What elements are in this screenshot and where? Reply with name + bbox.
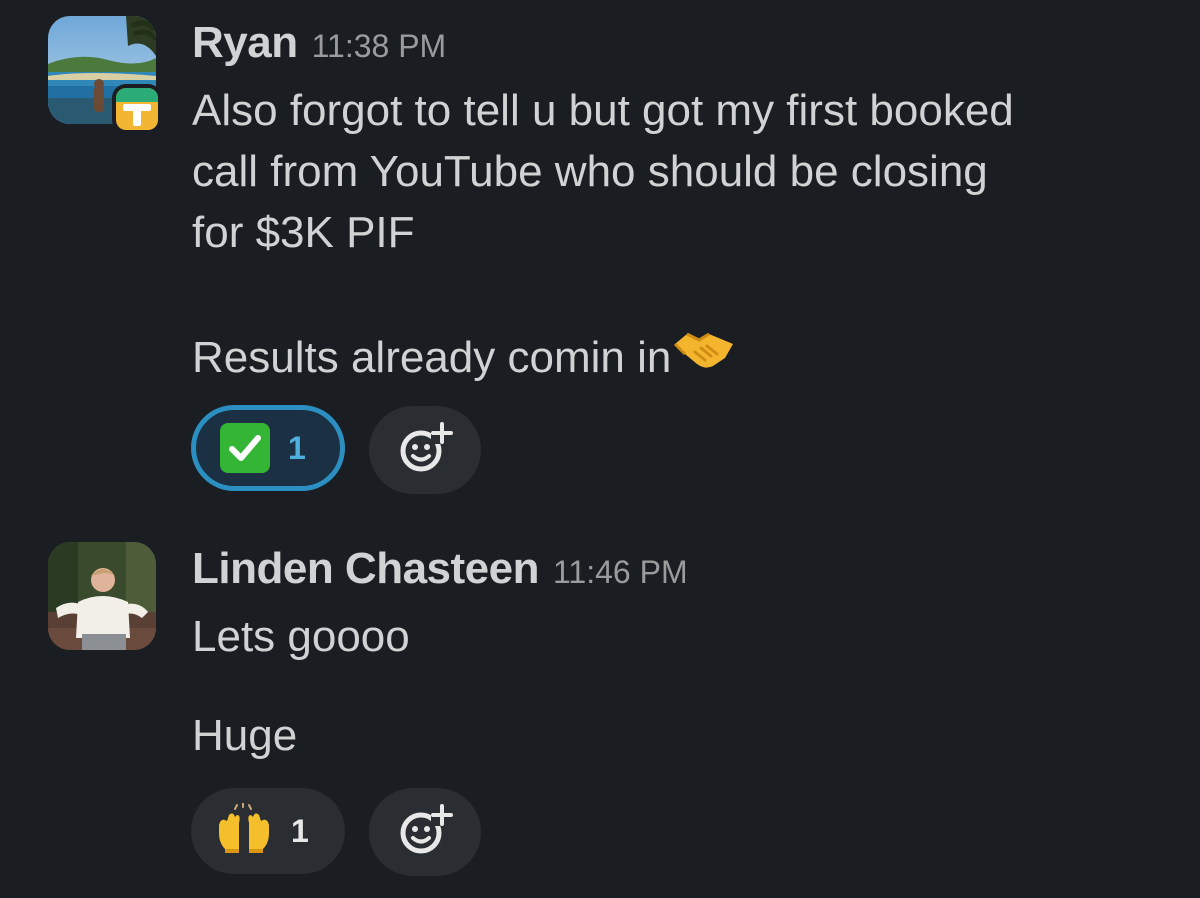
avatar-linden-photo	[48, 542, 156, 650]
message-text-line: Huge	[192, 711, 298, 760]
message-header: Linden Chasteen 11:46 PM	[192, 544, 688, 594]
message-text-line: Results already comin in	[192, 324, 735, 390]
chat-view: Ryan 11:38 PM Also forgot to tell u but …	[0, 0, 1200, 898]
message-text: Results already comin in	[192, 332, 672, 382]
message-timestamp[interactable]: 11:38 PM	[312, 28, 447, 65]
message-timestamp[interactable]: 11:46 PM	[553, 554, 688, 591]
reaction-checkmark[interactable]: 1	[191, 405, 345, 491]
reaction-count: 1	[288, 429, 306, 466]
app-badge-icon	[112, 84, 162, 134]
add-reaction-button[interactable]	[369, 788, 481, 876]
add-emoji-icon	[395, 418, 455, 483]
message-text-line: for $3K PIF	[192, 208, 415, 257]
message-linden: Linden Chasteen 11:46 PM Lets goooo Huge…	[0, 530, 1200, 890]
reaction-count: 1	[291, 812, 309, 849]
message-text-line: Lets goooo	[192, 612, 410, 661]
message-ryan: Ryan 11:38 PM Also forgot to tell u but …	[0, 0, 1200, 500]
avatar-linden[interactable]	[48, 542, 156, 650]
message-text-line: call from YouTube who should be closing	[192, 147, 988, 196]
handshake-icon	[673, 324, 735, 390]
add-emoji-icon	[395, 800, 455, 865]
add-reaction-button[interactable]	[369, 406, 481, 494]
white-check-mark-icon	[220, 423, 270, 473]
reaction-raised-hands[interactable]: 1	[191, 788, 345, 874]
author-name[interactable]: Linden Chasteen	[192, 544, 540, 594]
author-name[interactable]: Ryan	[192, 18, 298, 68]
message-header: Ryan 11:38 PM	[192, 18, 446, 68]
message-text-line: Also forgot to tell u but got my first b…	[192, 86, 1014, 135]
raised-hands-icon	[215, 801, 273, 860]
